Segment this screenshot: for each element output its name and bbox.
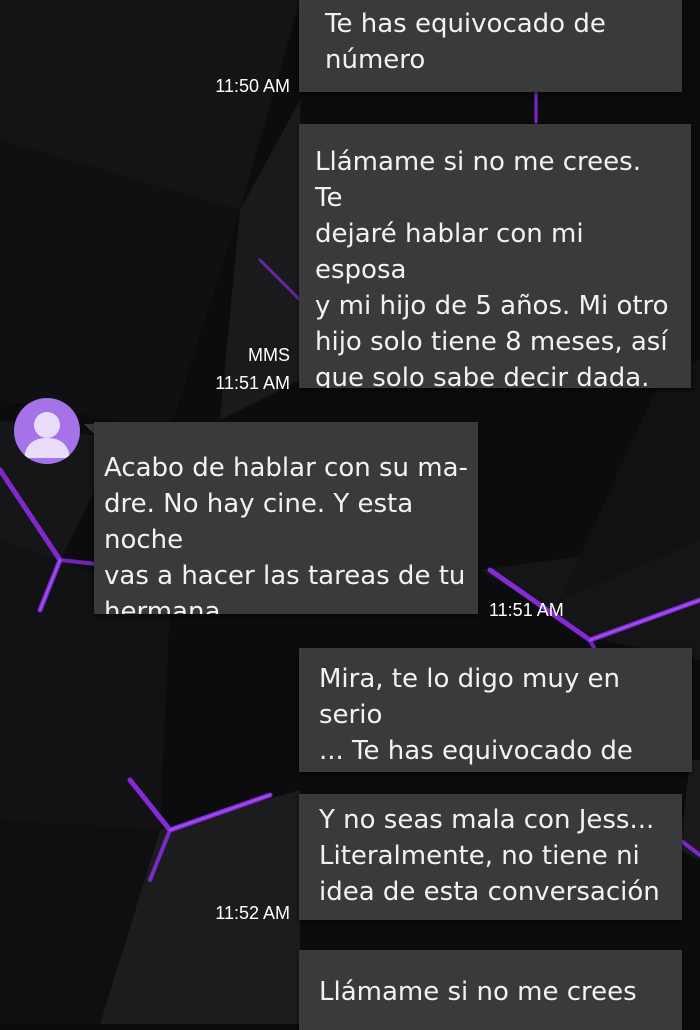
message-timestamp: 11:51 AM xyxy=(215,373,290,393)
message-timestamp: 11:50 AM xyxy=(215,76,290,96)
message-timestamp: 11:52 AM xyxy=(215,903,290,923)
message-text: Llámame si no me crees xyxy=(319,977,637,1007)
message-type-label: MMS xyxy=(248,345,290,365)
message-text: Y no seas mala con Jess... Literalmente,… xyxy=(319,805,660,907)
person-icon xyxy=(24,412,70,458)
message-text: Mira, te lo digo muy en serio ... Te has… xyxy=(319,664,633,766)
message-text: Acabo de hablar con su ma- dre. No hay c… xyxy=(104,453,468,614)
contact-avatar[interactable] xyxy=(14,398,80,464)
message-bubble-outgoing[interactable]: Mira, te lo digo muy en serio ... Te has… xyxy=(299,648,692,772)
message-bubble-outgoing[interactable]: Te has equivocado de número xyxy=(299,0,682,92)
message-text: Te has equivocado de número xyxy=(325,9,606,75)
message-text: Llámame si no me crees. Te dejaré hablar… xyxy=(315,147,669,388)
message-bubble-outgoing[interactable]: Llámame si no me crees. Te dejaré hablar… xyxy=(299,124,691,388)
message-bubble-incoming[interactable]: Acabo de hablar con su ma- dre. No hay c… xyxy=(94,422,478,614)
message-bubble-outgoing[interactable]: Llámame si no me crees xyxy=(299,950,682,1030)
message-bubble-outgoing[interactable]: Y no seas mala con Jess... Literalmente,… xyxy=(299,794,682,920)
message-timestamp: 11:51 AM xyxy=(489,600,564,620)
